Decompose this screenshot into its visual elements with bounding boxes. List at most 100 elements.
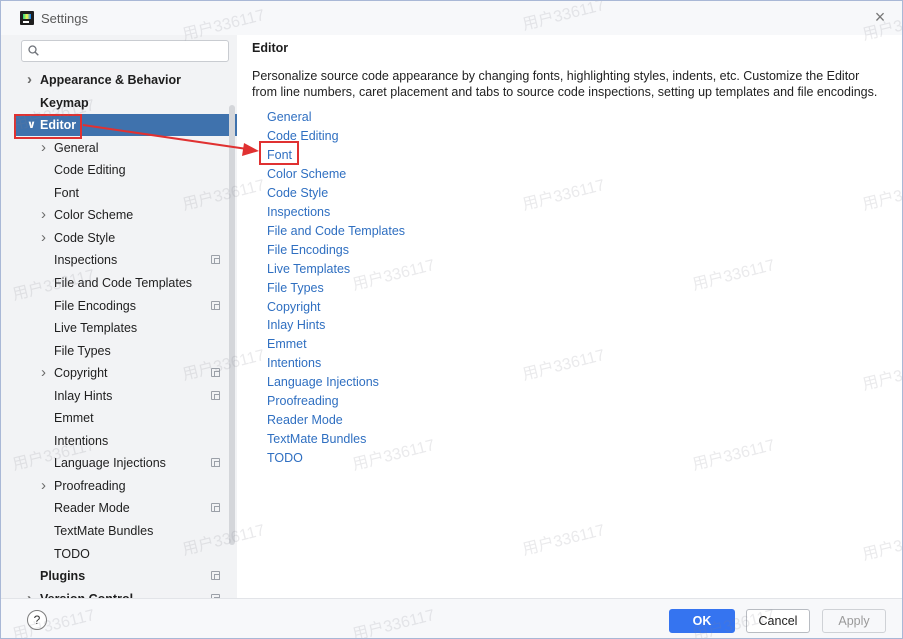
- link-general[interactable]: General: [267, 108, 311, 127]
- link-proofreading[interactable]: Proofreading: [267, 392, 339, 411]
- sidebar-item-label: Live Templates: [54, 321, 138, 336]
- sidebar-item-inspections[interactable]: Inspections: [1, 249, 237, 271]
- apply-button[interactable]: Apply: [822, 609, 886, 633]
- sidebar-item-label: Plugins: [40, 569, 86, 584]
- chevron-right-icon[interactable]: ›: [41, 362, 51, 384]
- chevron-right-icon[interactable]: ›: [41, 475, 51, 497]
- link-file-encodings[interactable]: File Encodings: [267, 241, 349, 260]
- sidebar-item-code-editing[interactable]: Code Editing: [1, 159, 237, 181]
- window-title: Settings: [41, 11, 88, 26]
- sidebar-item-copyright[interactable]: › Copyright: [1, 362, 237, 384]
- sidebar-item-label: Version Control: [40, 588, 133, 598]
- sidebar-item-keymap[interactable]: Keymap: [1, 92, 237, 114]
- sidebar-item-language-injections[interactable]: Language Injections: [1, 452, 237, 474]
- sidebar-item-textmate-bundles[interactable]: TextMate Bundles: [1, 520, 237, 542]
- cancel-button[interactable]: Cancel: [746, 609, 810, 633]
- page-title: Editor: [252, 41, 289, 55]
- link-color-scheme[interactable]: Color Scheme: [267, 165, 346, 184]
- chevron-right-icon[interactable]: ›: [41, 204, 51, 226]
- sidebar-item-label: Proofreading: [54, 478, 126, 493]
- sidebar-item-label: File Encodings: [54, 298, 136, 313]
- sidebar-item-label: Emmet: [54, 411, 94, 426]
- intellij-logo-icon: [20, 11, 34, 25]
- settings-tree: › Appearance & Behavior Keymap ∨ Editor › Gene…: [1, 69, 237, 598]
- sidebar-item-label: Inlay Hints: [54, 388, 113, 403]
- project-settings-icon: [211, 571, 220, 581]
- sidebar-item-label: Copyright: [54, 366, 108, 381]
- chevron-right-icon[interactable]: ›: [27, 588, 37, 598]
- link-live-templates[interactable]: Live Templates: [267, 260, 350, 279]
- sidebar-item-label: Keymap: [40, 95, 89, 110]
- sidebar-item-proofreading[interactable]: › Proofreading: [1, 475, 237, 497]
- sidebar-item-plugins[interactable]: Plugins: [1, 565, 237, 587]
- link-copyright[interactable]: Copyright: [267, 298, 321, 317]
- link-todo[interactable]: TODO: [267, 449, 303, 468]
- sidebar-item-intentions[interactable]: Intentions: [1, 430, 237, 452]
- link-emmet[interactable]: Emmet: [267, 335, 307, 354]
- link-file-types[interactable]: File Types: [267, 279, 324, 298]
- sidebar-item-version-control[interactable]: ›Version Control: [1, 588, 237, 598]
- sidebar-item-label: Font: [54, 185, 80, 200]
- project-settings-icon: [211, 503, 220, 513]
- search-input[interactable]: [21, 40, 229, 62]
- project-settings-icon: [211, 255, 220, 265]
- link-reader-mode[interactable]: Reader Mode: [267, 411, 343, 430]
- chevron-right-icon[interactable]: ›: [41, 227, 51, 249]
- help-button[interactable]: ?: [27, 610, 47, 630]
- sidebar-item-label: Language Injections: [54, 456, 166, 471]
- sidebar-item-label: TextMate Bundles: [54, 524, 154, 538]
- sidebar-item-label: Intentions: [54, 433, 109, 448]
- sidebar-item-file-types[interactable]: File Types: [1, 340, 237, 362]
- link-file-and-code-templates[interactable]: File and Code Templates: [267, 222, 405, 241]
- link-textmate-bundles[interactable]: TextMate Bundles: [267, 430, 366, 449]
- link-font[interactable]: Font: [267, 146, 292, 165]
- sidebar-item-reader-mode[interactable]: Reader Mode: [1, 497, 237, 519]
- sidebar-item-label: Inspections: [54, 253, 118, 268]
- link-code-style[interactable]: Code Style: [267, 184, 328, 203]
- sidebar-item-general[interactable]: › General: [1, 137, 237, 159]
- sidebar-item-label: Code Style: [54, 230, 116, 245]
- sidebar-item-appearance-and-behavior[interactable]: › Appearance & Behavior: [1, 69, 237, 91]
- sidebar-item-label: TODO: [54, 546, 90, 561]
- project-settings-icon: [211, 458, 220, 468]
- sidebar-item-todo[interactable]: TODO: [1, 543, 237, 565]
- sidebar-item-label: Color Scheme: [54, 208, 134, 223]
- sidebar-item-font[interactable]: Font: [1, 182, 237, 204]
- dialog-footer: ? OK Cancel Apply: [1, 598, 902, 638]
- editor-settings-panel: Editor Personalize source code appearanc…: [237, 35, 902, 598]
- link-inlay-hints[interactable]: Inlay Hints: [267, 316, 325, 335]
- sidebar-item-code-style[interactable]: › Code Style: [1, 227, 237, 249]
- sidebar-item-label: Appearance & Behavior: [40, 73, 182, 87]
- sidebar-item-inlay-hints[interactable]: Inlay Hints: [1, 385, 237, 407]
- project-settings-icon: [211, 300, 220, 310]
- chevron-right-icon[interactable]: ›: [27, 69, 37, 91]
- sidebar-item-label: General: [54, 140, 99, 155]
- settings-window: Settings × › Appearance & Behavior Keymap ∨…: [0, 0, 903, 639]
- sidebar-item-live-templates[interactable]: Live Templates: [1, 317, 237, 339]
- sidebar-item-label: File Types: [54, 343, 111, 358]
- sidebar-item-color-scheme[interactable]: › Color Scheme: [1, 204, 237, 226]
- link-language-injections[interactable]: Language Injections: [267, 373, 379, 392]
- sidebar-item-label: File and Code Templates: [54, 275, 193, 290]
- sidebar-item-file-and-code-templates[interactable]: File and Code Templates: [1, 272, 237, 294]
- sidebar-item-label: Code Editing: [54, 163, 126, 178]
- chevron-right-icon[interactable]: ›: [41, 137, 51, 159]
- link-inspections[interactable]: Inspections: [267, 203, 330, 222]
- sidebar-item-label: Editor: [40, 118, 77, 133]
- project-settings-icon: [211, 390, 220, 400]
- sidebar-scrollbar[interactable]: [229, 105, 235, 545]
- close-icon[interactable]: ×: [872, 8, 888, 26]
- link-intentions[interactable]: Intentions: [267, 354, 321, 373]
- title-bar: Settings ×: [1, 1, 902, 35]
- chevron-down-icon[interactable]: ∨: [27, 114, 37, 136]
- sidebar-item-file-encodings[interactable]: File Encodings: [1, 295, 237, 317]
- sidebar-item-label: Reader Mode: [54, 501, 130, 516]
- link-code-editing[interactable]: Code Editing: [267, 127, 339, 146]
- project-settings-icon: [211, 368, 220, 378]
- sidebar-item-editor[interactable]: ∨ Editor: [14, 114, 237, 137]
- search-icon: [28, 45, 39, 56]
- sidebar-item-emmet[interactable]: Emmet: [1, 407, 237, 429]
- ok-button[interactable]: OK: [669, 609, 735, 633]
- settings-sidebar: › Appearance & Behavior Keymap ∨ Editor › Gene…: [1, 35, 237, 598]
- page-description: Personalize source code appearance by ch…: [252, 69, 878, 99]
